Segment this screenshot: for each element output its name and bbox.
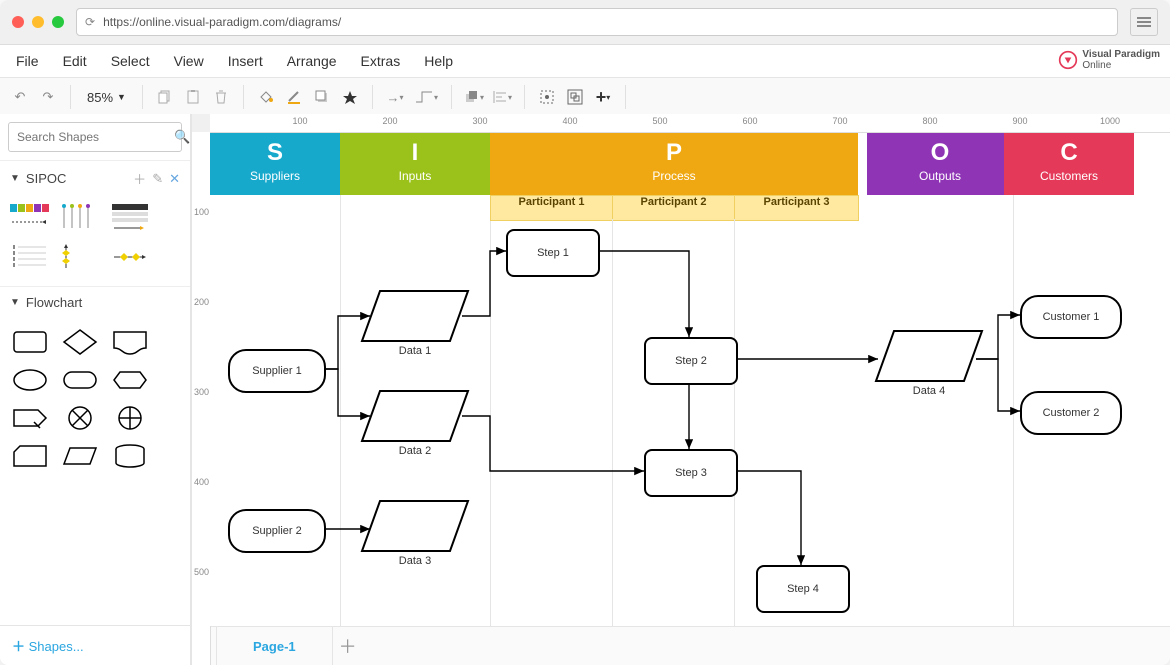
brand-line2: Online <box>1082 60 1160 71</box>
node-step-2[interactable]: Step 2 <box>644 337 738 385</box>
stroke-button[interactable] <box>282 85 306 109</box>
undo-button[interactable]: ↶ <box>8 85 32 109</box>
panel-sipoc-label: SIPOC <box>26 171 127 186</box>
search-icon[interactable]: 🔍 <box>174 129 190 145</box>
style-button[interactable] <box>338 85 362 109</box>
search-input[interactable] <box>15 129 174 145</box>
chevron-down-icon: ▼ <box>117 92 126 102</box>
paste-button[interactable] <box>181 85 205 109</box>
ruler-horizontal: 100 200 300 400 500 600 700 800 900 1000 <box>210 114 1170 133</box>
window-controls <box>12 16 64 28</box>
zoom-value: 85% <box>87 90 113 105</box>
node-data-3[interactable] <box>360 499 470 553</box>
brand-line1: Visual Paradigm <box>1082 49 1160 60</box>
node-step-3[interactable]: Step 3 <box>644 449 738 497</box>
sublane-1[interactable]: Participant 1 <box>490 195 613 221</box>
shape-diamond[interactable] <box>62 328 98 356</box>
menu-view[interactable]: View <box>166 49 212 73</box>
panel-sipoc-header[interactable]: ▼ SIPOC ＋ ✎ ✕ <box>0 160 190 196</box>
sublane-3[interactable]: Participant 3 <box>734 195 859 221</box>
zoom-dropdown[interactable]: 85% ▼ <box>81 90 132 105</box>
menu-extras[interactable]: Extras <box>353 49 409 73</box>
shape-card[interactable] <box>12 442 48 470</box>
edit-icon[interactable]: ✎ <box>152 171 163 187</box>
sublane-2[interactable]: Participant 2 <box>612 195 735 221</box>
sipoc-template-4[interactable] <box>10 242 50 272</box>
close-window[interactable] <box>12 16 24 28</box>
node-data-2[interactable] <box>360 389 470 443</box>
delete-button[interactable] <box>209 85 233 109</box>
shape-sum[interactable] <box>112 404 148 432</box>
add-page-button[interactable]: ＋ <box>333 633 363 659</box>
shapes-button[interactable]: ＋ Shapes... <box>0 625 190 665</box>
toolbar: ↶ ↷ 85% ▼ →▾ ▾ ▾ ▾ +▾ <box>0 78 1170 117</box>
sipoc-templates <box>0 196 190 286</box>
menu-bar: File Edit Select View Insert Arrange Ext… <box>0 45 1170 78</box>
reload-icon[interactable]: ⟳ <box>85 15 95 29</box>
shape-terminator[interactable] <box>62 366 98 394</box>
page-tab-1[interactable]: Page-1 <box>216 627 333 665</box>
menu-file[interactable]: File <box>8 49 47 73</box>
search-shapes[interactable]: 🔍 ⋮ <box>8 122 182 152</box>
shape-document[interactable] <box>112 328 148 356</box>
connector-button[interactable]: →▾ <box>383 85 407 109</box>
sipoc-template-6[interactable] <box>110 242 150 272</box>
url-bar[interactable]: ⟳ https://online.visual-paradigm.com/dia… <box>76 8 1118 36</box>
add-icon[interactable]: ＋ <box>133 169 146 188</box>
ruler-vertical: 100 200 300 400 500 <box>192 132 211 665</box>
diagram-canvas[interactable]: S Suppliers I Inputs P Process <box>210 133 1170 626</box>
snap-button[interactable] <box>535 85 559 109</box>
sipoc-template-1[interactable] <box>10 202 50 232</box>
node-customer-2[interactable]: Customer 2 <box>1020 391 1122 435</box>
flowchart-shapes <box>0 318 190 480</box>
shape-data[interactable] <box>62 442 98 470</box>
menu-arrange[interactable]: Arrange <box>279 49 345 73</box>
minimize-window[interactable] <box>32 16 44 28</box>
node-supplier-1[interactable]: Supplier 1 <box>228 349 326 393</box>
brand-logo[interactable]: Visual Paradigm Online <box>1058 49 1160 71</box>
redo-button[interactable]: ↷ <box>36 85 60 109</box>
lane-customers[interactable]: C Customers <box>1004 133 1134 626</box>
chevron-down-icon: ▼ <box>10 173 20 184</box>
node-supplier-2[interactable]: Supplier 2 <box>228 509 326 553</box>
sipoc-template-2[interactable] <box>60 202 100 232</box>
align-button[interactable]: ▾ <box>490 85 514 109</box>
copy-button[interactable] <box>153 85 177 109</box>
shape-rect[interactable] <box>12 328 48 356</box>
menu-edit[interactable]: Edit <box>55 49 95 73</box>
node-step-1[interactable]: Step 1 <box>506 229 600 277</box>
maximize-window[interactable] <box>52 16 64 28</box>
insert-button[interactable]: +▾ <box>591 85 615 109</box>
url-text: https://online.visual-paradigm.com/diagr… <box>103 15 341 29</box>
page-tabs: ⋮ Page-1 ＋ <box>192 626 1170 665</box>
sipoc-template-5[interactable] <box>60 242 100 272</box>
fill-button[interactable] <box>254 85 278 109</box>
shape-or[interactable] <box>62 404 98 432</box>
node-data-1[interactable] <box>360 289 470 343</box>
shape-offpage[interactable] <box>12 404 48 432</box>
shape-database[interactable] <box>112 442 148 470</box>
chevron-down-icon: ▼ <box>10 297 20 308</box>
group-button[interactable] <box>563 85 587 109</box>
node-step-4[interactable]: Step 4 <box>756 565 850 613</box>
browser-menu-icon[interactable] <box>1130 8 1158 36</box>
canvas-area: 100 200 300 400 500 600 700 800 900 1000… <box>192 114 1170 665</box>
menu-help[interactable]: Help <box>416 49 461 73</box>
shadow-button[interactable] <box>310 85 334 109</box>
node-data-4[interactable] <box>874 329 984 383</box>
front-button[interactable]: ▾ <box>462 85 486 109</box>
panel-flowchart-header[interactable]: ▼ Flowchart <box>0 286 190 318</box>
menu-select[interactable]: Select <box>103 49 158 73</box>
menu-insert[interactable]: Insert <box>220 49 271 73</box>
sipoc-template-3[interactable] <box>110 202 150 232</box>
shape-hexagon[interactable] <box>112 366 148 394</box>
waypoint-button[interactable]: ▾ <box>411 85 441 109</box>
node-customer-1[interactable]: Customer 1 <box>1020 295 1122 339</box>
shape-ellipse[interactable] <box>12 366 48 394</box>
sidebar: 🔍 ⋮ ▼ SIPOC ＋ ✎ ✕ ▼ Flowchart <box>0 114 191 665</box>
browser-bar: ⟳ https://online.visual-paradigm.com/dia… <box>0 0 1170 45</box>
panel-flowchart-label: Flowchart <box>26 295 180 310</box>
close-icon[interactable]: ✕ <box>169 171 180 187</box>
